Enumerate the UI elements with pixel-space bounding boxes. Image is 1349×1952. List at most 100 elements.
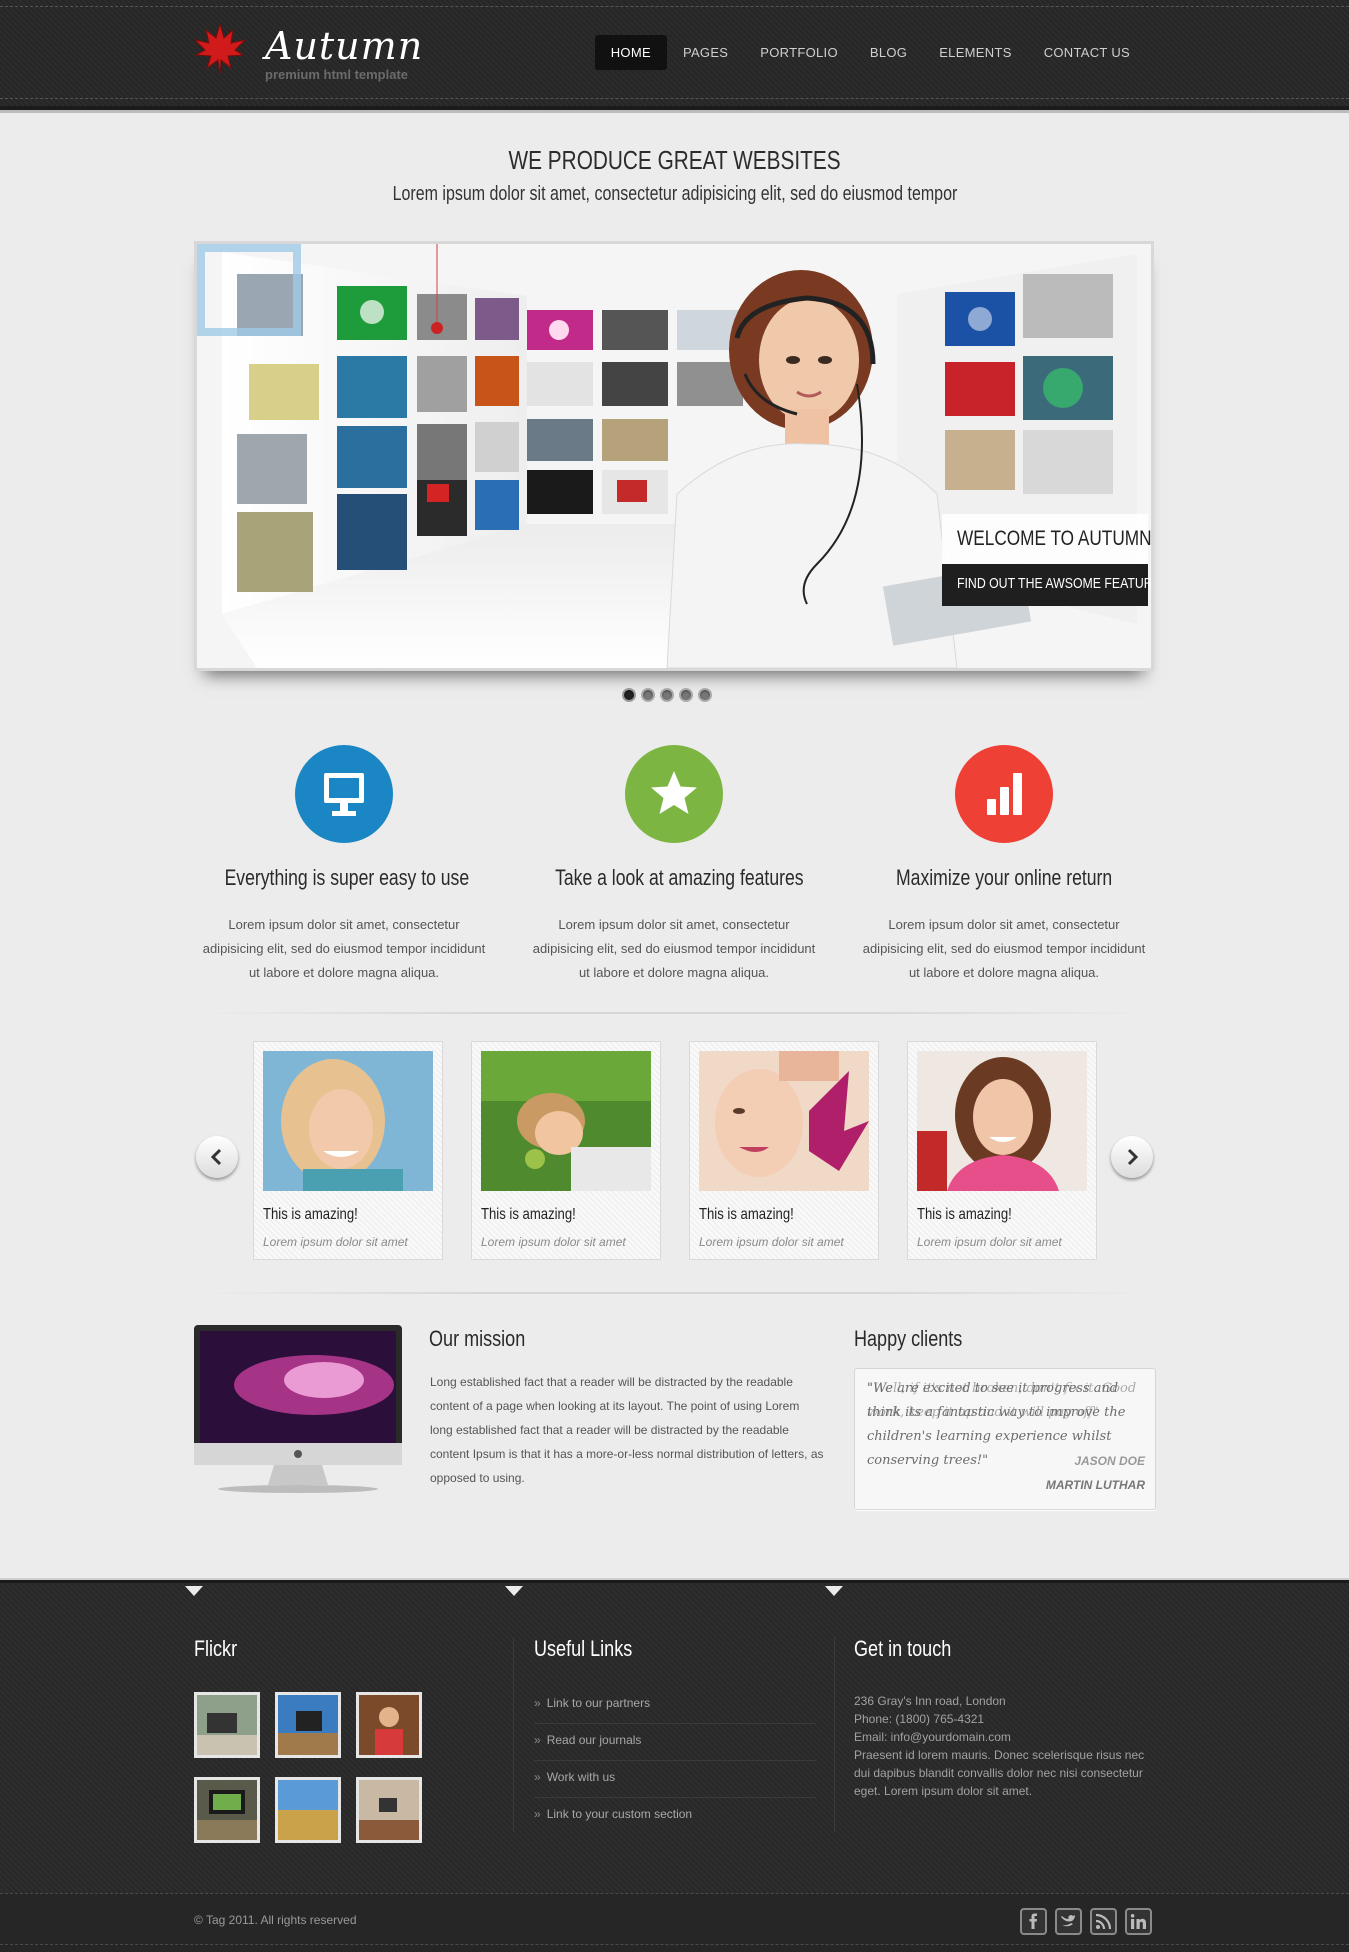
feature-text: Lorem ipsum dolor sit amet, consectetur … <box>202 917 486 980</box>
feature-easy: Everything is super easy to use Lorem ip… <box>194 745 494 985</box>
nav-elements[interactable]: ELEMENTS <box>923 35 1027 70</box>
clients-title: Happy clients <box>854 1326 986 1352</box>
portfolio-subtitle: Lorem ipsum dolor sit amet <box>917 1235 1062 1249</box>
flickr-title: Flickr <box>194 1636 247 1662</box>
flickr-thumb[interactable] <box>194 1692 260 1758</box>
portfolio-title: This is amazing! <box>917 1206 1033 1224</box>
feature-title-text: Everything is super easy to use <box>224 865 470 890</box>
linkedin-button[interactable] <box>1125 1908 1152 1935</box>
chevron-right-icon <box>1127 1148 1139 1166</box>
rss-button[interactable] <box>1090 1908 1117 1935</box>
flickr-thumb[interactable] <box>194 1777 260 1843</box>
imac-image <box>194 1325 402 1493</box>
feature-title: Maximize your online return <box>854 865 1154 895</box>
feature-text: Lorem ipsum dolor sit amet, consectetur … <box>862 917 1146 980</box>
portfolio-card[interactable]: This is amazing! Lorem ipsum dolor sit a… <box>907 1041 1097 1260</box>
bar-chart-icon <box>987 773 1022 815</box>
slider-dot-1[interactable] <box>622 688 636 702</box>
brand-tagline: premium html template <box>265 67 409 82</box>
slide-caption-link-text: FIND OUT THE AWSOME FEATURES <box>957 575 1154 592</box>
portfolio-title-text: This is amazing! <box>263 1206 358 1223</box>
rss-icon <box>1095 1913 1112 1930</box>
flickr-thumb[interactable] <box>356 1692 422 1758</box>
twitter-button[interactable] <box>1055 1908 1082 1935</box>
portfolio-photo <box>481 1051 651 1191</box>
slider-dot-5[interactable] <box>698 688 712 702</box>
hero-slider[interactable]: WELCOME TO AUTUMN FIND OUT THE AWSOME FE… <box>194 241 1154 671</box>
flickr-thumb[interactable] <box>356 1777 422 1843</box>
site-header: Autumn premium html template HOME PAGES … <box>0 0 1349 110</box>
chevron-left-icon <box>210 1148 222 1166</box>
mission-title-text: Our mission <box>429 1326 526 1351</box>
contact-email[interactable]: Email: info@yourdomain.com <box>854 1728 1154 1746</box>
portfolio-photo <box>699 1051 869 1191</box>
intro-title: WE PRODUCE GREAT WEBSITES <box>0 145 1349 176</box>
star-icon <box>651 771 697 814</box>
slider-dot-4[interactable] <box>679 688 693 702</box>
section-divider <box>200 1012 1150 1014</box>
testimonial-author: JASON DOE <box>1074 1454 1145 1468</box>
portfolio-title-text: This is amazing! <box>917 1206 1012 1223</box>
feature-amazing: Take a look at amazing features Lorem ip… <box>524 745 824 985</box>
chevron-right-icon: » <box>534 1733 541 1747</box>
facebook-icon <box>1029 1913 1037 1929</box>
flickr-thumb[interactable] <box>275 1692 341 1758</box>
footer-link-partners[interactable]: » Link to our partners <box>534 1687 816 1724</box>
nav-home[interactable]: HOME <box>594 35 667 70</box>
feature-title-text: Take a look at amazing features <box>555 865 804 890</box>
flickr-thumb[interactable] <box>275 1777 341 1843</box>
feature-title-text: Maximize your online return <box>895 865 1113 890</box>
slide-caption-title-text: WELCOME TO AUTUMN <box>957 527 1152 550</box>
slider-pagination <box>622 688 712 702</box>
mission-text: Long established fact that a reader will… <box>430 1375 824 1485</box>
carousel-prev-button[interactable] <box>196 1136 238 1178</box>
footer-link-label: Read our journals <box>546 1733 642 1747</box>
footer-link-label: Link to our partners <box>546 1696 651 1710</box>
footer-notch <box>825 1586 843 1596</box>
intro-title-text: WE PRODUCE GREAT WEBSITES <box>508 145 841 175</box>
chevron-right-icon: » <box>534 1807 541 1821</box>
carousel-next-button[interactable] <box>1111 1136 1153 1178</box>
nav-contact-us[interactable]: CONTACT US <box>1028 35 1146 70</box>
contact-phone: Phone: (1800) 765-4321 <box>854 1712 985 1726</box>
nav-pages[interactable]: PAGES <box>667 35 744 70</box>
footer-notch <box>185 1586 203 1596</box>
facebook-button[interactable] <box>1020 1908 1047 1935</box>
portfolio-subtitle: Lorem ipsum dolor sit amet <box>699 1235 844 1249</box>
footer-link-label: Link to your custom section <box>546 1807 693 1821</box>
portfolio-title: This is amazing! <box>699 1206 815 1224</box>
portfolio-photo <box>263 1051 433 1191</box>
slider-dot-3[interactable] <box>660 688 674 702</box>
footer-column-separator <box>834 1637 835 1832</box>
footer-link-journals[interactable]: » Read our journals <box>534 1724 816 1761</box>
portfolio-card[interactable]: This is amazing! Lorem ipsum dolor sit a… <box>253 1041 443 1260</box>
portfolio-subtitle: Lorem ipsum dolor sit amet <box>481 1235 626 1249</box>
feature-circle-red <box>955 745 1053 843</box>
feature-circle-blue <box>295 745 393 843</box>
copyright: © Tag 2011. All rights reserved <box>194 1913 357 1927</box>
feature-text: Lorem ipsum dolor sit amet, consectetur … <box>532 917 816 980</box>
links-title-text: Useful Links <box>534 1636 633 1661</box>
slide-caption-title: WELCOME TO AUTUMN <box>942 514 1151 564</box>
feature-title: Everything is super easy to use <box>194 865 494 895</box>
testimonial-author-secondary: MARTIN LUTHAR <box>1045 1478 1145 1492</box>
chevron-right-icon: » <box>534 1696 541 1710</box>
portfolio-subtitle: Lorem ipsum dolor sit amet <box>263 1235 408 1249</box>
feature-return: Maximize your online return Lorem ipsum … <box>854 745 1154 985</box>
monitor-icon <box>324 773 364 816</box>
linkedin-icon <box>1130 1914 1146 1929</box>
portfolio-card[interactable]: This is amazing! Lorem ipsum dolor sit a… <box>471 1041 661 1260</box>
footer-link-custom[interactable]: » Link to your custom section <box>534 1798 816 1835</box>
brand-name: Autumn <box>265 24 424 68</box>
nav-portfolio[interactable]: PORTFOLIO <box>744 35 854 70</box>
footer-stitch-bottom <box>0 1944 1349 1945</box>
slider-dot-2[interactable] <box>641 688 655 702</box>
logo[interactable]: Autumn premium html template <box>193 22 422 86</box>
footer-link-work[interactable]: » Work with us <box>534 1761 816 1798</box>
contact-title: Get in touch <box>854 1636 973 1662</box>
nav-blog[interactable]: BLOG <box>854 35 923 70</box>
intro-subtitle: Lorem ipsum dolor sit amet, consectetur … <box>0 183 1349 206</box>
slide-caption-link[interactable]: FIND OUT THE AWSOME FEATURES <box>942 564 1151 606</box>
portfolio-card[interactable]: This is amazing! Lorem ipsum dolor sit a… <box>689 1041 879 1260</box>
feature-title: Take a look at amazing features <box>524 865 824 895</box>
